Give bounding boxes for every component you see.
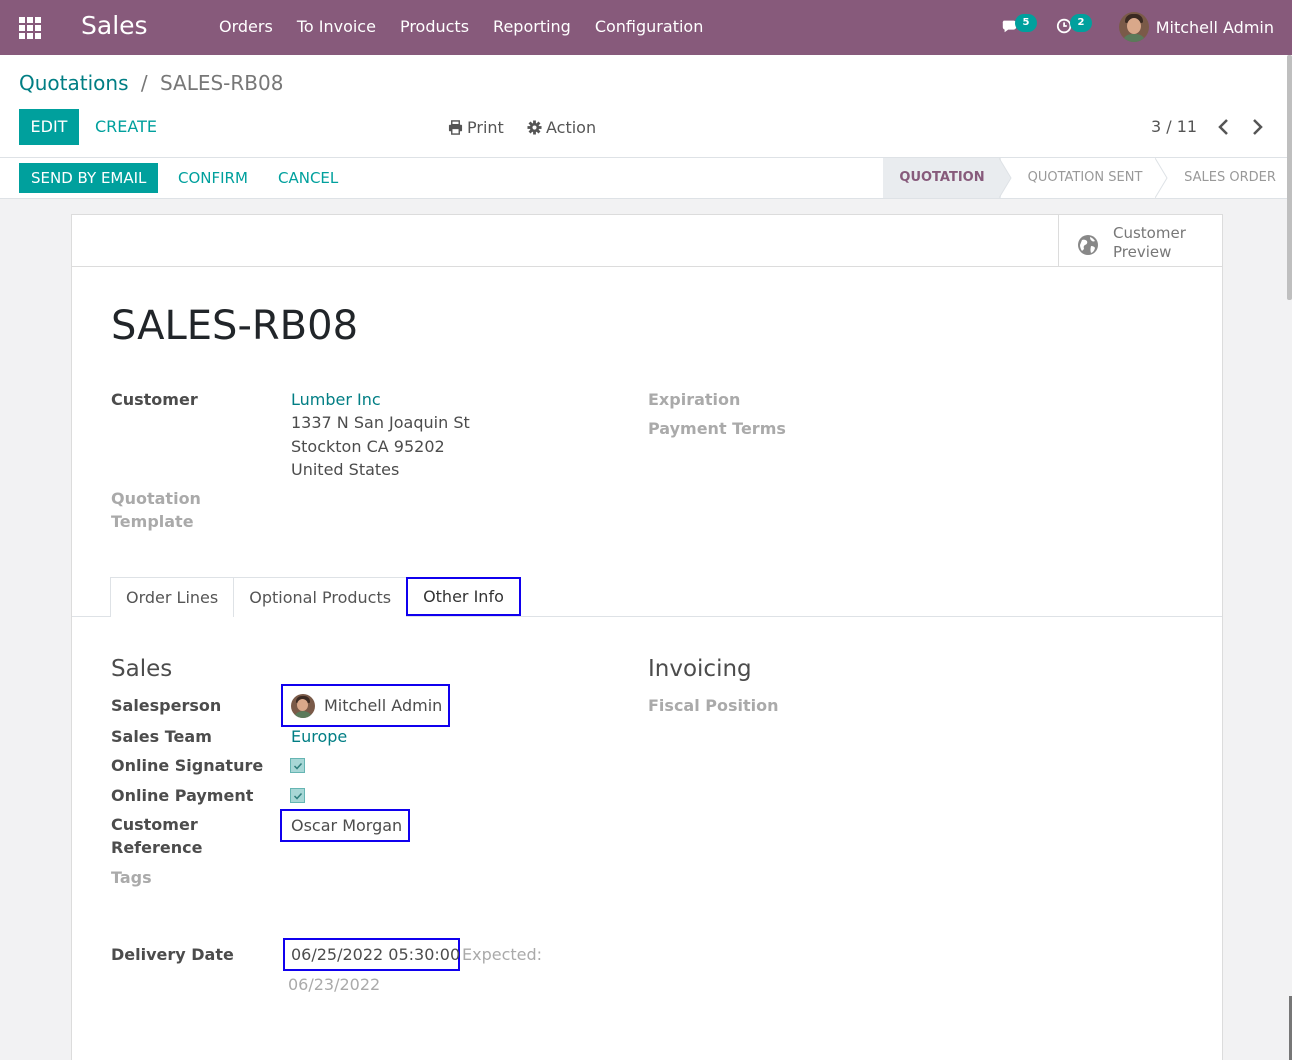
- customer-preview-label: Customer Preview: [1113, 224, 1213, 262]
- tab-optional-products[interactable]: Optional Products: [233, 577, 408, 617]
- print-label: Print: [467, 118, 504, 137]
- breadcrumb-separator: /: [140, 71, 148, 95]
- menu-reporting[interactable]: Reporting: [481, 17, 583, 36]
- customer-address-line2: Stockton CA 95202: [291, 437, 445, 456]
- app-title[interactable]: Sales: [81, 11, 148, 40]
- payment-terms-label: Payment Terms: [648, 419, 786, 438]
- control-panel: Quotations / SALES-RB08 EDIT CREATE Prin…: [0, 55, 1292, 158]
- messages-button[interactable]: 5: [1001, 14, 1037, 37]
- tab-other-info[interactable]: Other Info: [406, 577, 521, 616]
- button-box: Customer Preview: [72, 215, 1222, 267]
- salesperson-field[interactable]: Mitchell Admin: [281, 684, 450, 727]
- customer-label: Customer: [111, 390, 198, 409]
- customer-address-line1: 1337 N San Joaquin St: [291, 413, 470, 432]
- stage-sales-order[interactable]: SALES ORDER: [1168, 158, 1292, 198]
- online-payment-label: Online Payment: [111, 786, 254, 805]
- globe-icon: [1078, 235, 1098, 255]
- action-label: Action: [546, 118, 597, 137]
- menu-to-invoice[interactable]: To Invoice: [285, 17, 388, 36]
- breadcrumb: Quotations / SALES-RB08: [19, 71, 283, 95]
- print-button[interactable]: Print: [448, 118, 504, 137]
- user-avatar: [1118, 12, 1149, 42]
- customer-preview-label-line1: Customer: [1113, 224, 1186, 242]
- quotation-template-label-line2: Template: [111, 512, 194, 531]
- pager-previous-button[interactable]: [1216, 117, 1232, 137]
- chevron-right-icon: [1253, 119, 1263, 135]
- customer-preview-button[interactable]: Customer Preview: [1058, 215, 1222, 267]
- user-menu[interactable]: Mitchell Admin: [1118, 12, 1274, 42]
- send-by-email-button[interactable]: SEND BY EMAIL: [19, 163, 159, 193]
- customer-reference-value: Oscar Morgan: [291, 816, 403, 835]
- stage-arrow-icon: [1155, 158, 1168, 198]
- pager-value[interactable]: 3 / 11: [1151, 117, 1197, 136]
- online-signature-checkbox[interactable]: [290, 758, 305, 773]
- tab-order-lines[interactable]: Order Lines: [110, 577, 235, 617]
- main-menu: Orders To Invoice Products Reporting Con…: [207, 17, 715, 36]
- print-icon: [448, 120, 463, 135]
- menu-configuration[interactable]: Configuration: [583, 17, 716, 36]
- customer-reference-label-line1: Customer: [111, 815, 198, 834]
- quotation-template-label: Quotation Template: [111, 487, 201, 533]
- breadcrumb-current: SALES-RB08: [159, 71, 284, 95]
- salesperson-value: Mitchell Admin: [324, 696, 443, 715]
- activities-button[interactable]: 2: [1056, 14, 1092, 37]
- delivery-date-value: 06/25/2022 05:30:00: [291, 945, 461, 964]
- expiration-label: Expiration: [648, 390, 741, 409]
- notebook-tabs: Order Lines Optional Products Other Info: [110, 577, 521, 617]
- delivery-date-label: Delivery Date: [111, 945, 234, 964]
- pager-next-button[interactable]: [1249, 117, 1265, 137]
- form-sheet: Customer Preview SALES-RB08 Customer Lum…: [71, 214, 1223, 1060]
- customer-reference-field[interactable]: Oscar Morgan: [280, 809, 410, 842]
- customer-preview-label-line2: Preview: [1113, 243, 1172, 261]
- checkmark-icon: [293, 792, 303, 800]
- sales-team-label: Sales Team: [111, 727, 212, 746]
- create-button[interactable]: CREATE: [95, 109, 157, 145]
- breadcrumb-quotations[interactable]: Quotations: [19, 71, 128, 95]
- customer-link[interactable]: Lumber Inc: [291, 388, 381, 411]
- delivery-date-field[interactable]: 06/25/2022 05:30:00: [283, 938, 460, 971]
- expected-date-value: 06/23/2022: [288, 975, 381, 994]
- customer-address-line3: United States: [291, 460, 400, 479]
- user-name: Mitchell Admin: [1155, 17, 1274, 37]
- salesperson-label: Salesperson: [111, 696, 222, 715]
- gear-icon: [527, 120, 542, 135]
- menu-products[interactable]: Products: [388, 17, 481, 36]
- tags-label: Tags: [111, 868, 152, 887]
- online-signature-label: Online Signature: [111, 756, 264, 775]
- status-bar: SEND BY EMAIL CONFIRM CANCEL QUOTATION Q…: [0, 158, 1292, 199]
- document-title: SALES-RB08: [111, 303, 359, 349]
- sales-section-title: Sales: [111, 656, 173, 682]
- customer-reference-label-line2: Reference: [111, 838, 203, 857]
- quotation-template-label-line1: Quotation: [111, 489, 201, 508]
- sales-team-link[interactable]: Europe: [291, 725, 347, 748]
- checkmark-icon: [293, 762, 303, 770]
- action-button[interactable]: Action: [527, 118, 596, 137]
- messages-badge: 5: [1015, 14, 1037, 32]
- edit-button[interactable]: EDIT: [19, 109, 79, 145]
- cancel-button[interactable]: CANCEL: [278, 163, 338, 193]
- customer-reference-label: Customer Reference: [111, 813, 202, 859]
- stage-quotation-sent[interactable]: QUOTATION SENT: [1010, 158, 1160, 198]
- stage-quotation[interactable]: QUOTATION: [883, 158, 1001, 198]
- apps-menu-icon[interactable]: [19, 17, 41, 39]
- fiscal-position-label: Fiscal Position: [648, 696, 779, 715]
- menu-orders[interactable]: Orders: [207, 17, 285, 36]
- activities-badge: 2: [1070, 14, 1092, 32]
- expected-label: Expected:: [462, 945, 543, 964]
- invoicing-section-title: Invoicing: [648, 656, 752, 682]
- chevron-left-icon: [1218, 119, 1228, 135]
- confirm-button[interactable]: CONFIRM: [178, 163, 248, 193]
- salesperson-avatar: [291, 693, 315, 718]
- top-navbar: Sales Orders To Invoice Products Reporti…: [0, 0, 1292, 55]
- scrollbar-thumb[interactable]: [1287, 55, 1292, 300]
- online-payment-checkbox[interactable]: [290, 788, 305, 803]
